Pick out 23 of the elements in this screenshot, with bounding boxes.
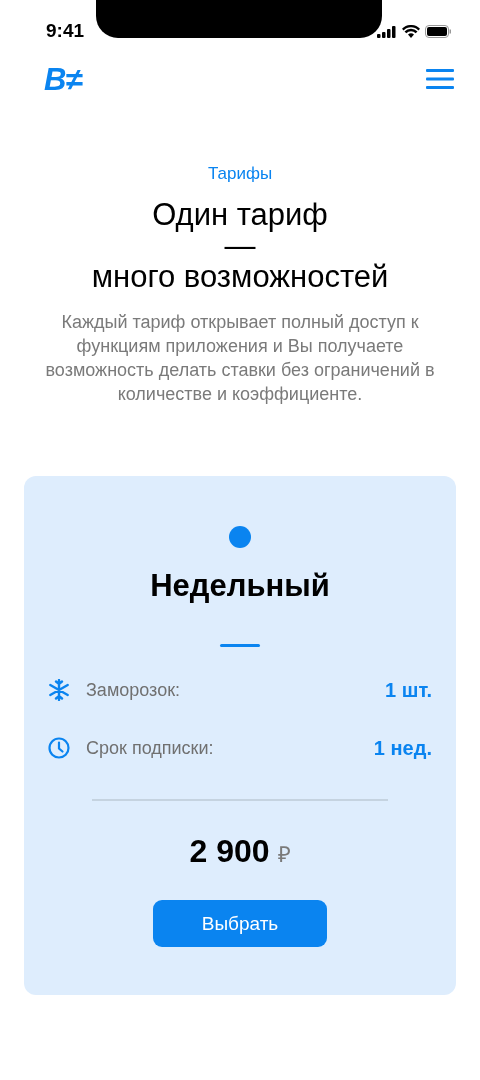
accent-bar	[220, 644, 260, 647]
page-title: много возможностей	[91, 258, 389, 296]
menu-icon[interactable]	[426, 68, 454, 90]
logo[interactable]: B≠	[44, 63, 82, 95]
feature-label: Срок подписки:	[86, 737, 215, 759]
select-button[interactable]: Выбрать	[153, 900, 327, 947]
battery-icon	[425, 25, 452, 38]
snowflake-icon	[48, 679, 70, 701]
page-title: Один тариф	[152, 196, 328, 234]
clock-icon	[48, 737, 70, 759]
currency: ₽	[277, 841, 291, 868]
title-dash: —	[224, 234, 256, 258]
signal-icon	[377, 25, 397, 38]
feature-value: 1 шт.	[385, 678, 432, 702]
price: 2 900	[189, 833, 270, 870]
wifi-icon	[402, 25, 420, 38]
description: Каждый тариф открывает полный доступ к функциям приложения и Вы получаете возможность делать ставки без ограничений в количестве и коэффициенте.	[44, 311, 436, 406]
plan-name: Недельный	[150, 568, 330, 604]
plan-dot	[229, 526, 251, 548]
feature-label: Заморозок:	[86, 679, 182, 701]
section-label: Тарифы	[207, 164, 273, 184]
status-time: 9:41	[46, 20, 85, 42]
feature-value: 1 нед.	[373, 736, 432, 760]
